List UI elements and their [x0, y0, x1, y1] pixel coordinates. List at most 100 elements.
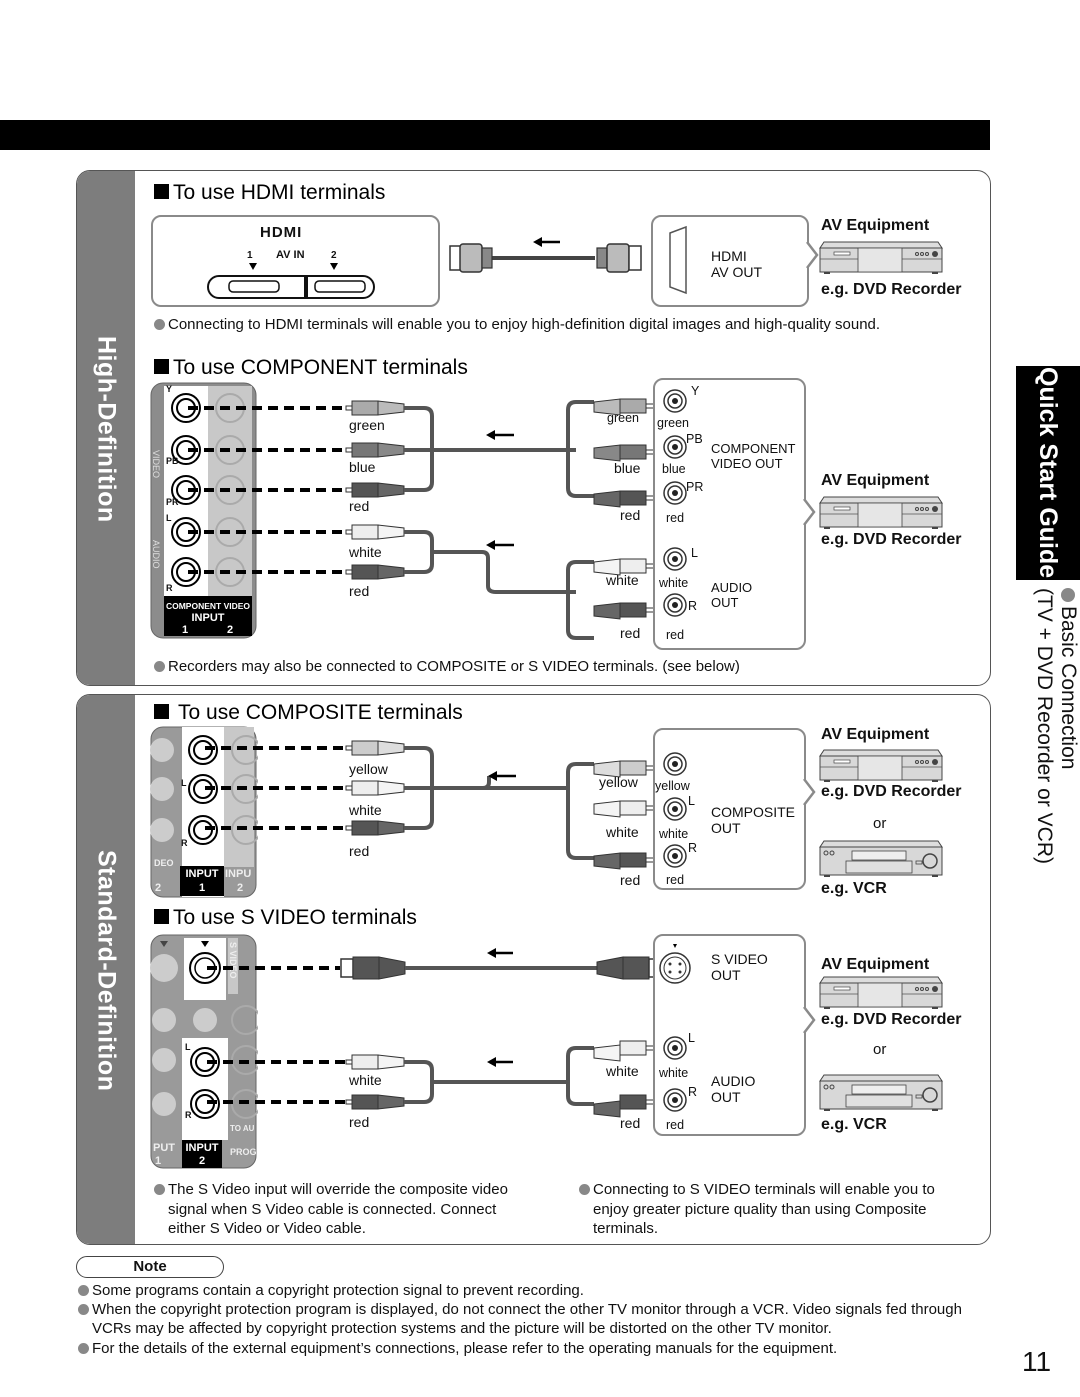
- jack-color-label: red: [666, 873, 685, 887]
- cable-label: red: [620, 1115, 641, 1131]
- cable-label: yellow: [599, 774, 638, 790]
- rca-plug-blue: [593, 444, 655, 462]
- arrow-down-icon: [330, 263, 338, 270]
- svideo-out-label: S VIDEO OUT: [711, 951, 768, 983]
- cable-label: green: [349, 417, 385, 433]
- rca-plug-yellow: [345, 740, 405, 756]
- cable-label: green: [607, 411, 639, 425]
- callout-pointer: [803, 1006, 816, 1034]
- arrow-left-icon: [486, 540, 514, 550]
- tv-text-deo: DEO: [154, 858, 174, 868]
- cable-label: white: [606, 824, 639, 840]
- jack-label-y: Y: [166, 384, 173, 394]
- hdmi-out-socket-icon: [669, 225, 687, 295]
- jack-color-label: yellow: [655, 779, 690, 793]
- rca-plug-blue: [345, 442, 405, 458]
- jack-color-label: red: [666, 511, 685, 525]
- component-video-out-label: COMPONENT VIDEO OUT: [711, 441, 796, 471]
- rca-plug-red: [345, 1094, 405, 1110]
- hdmi-socket-icon: [228, 280, 280, 293]
- rca-plug-red: [345, 482, 405, 498]
- arrow-left-icon: [488, 771, 516, 781]
- composite-cables: [205, 740, 655, 870]
- tv-hdmi-ports: [207, 263, 375, 299]
- jack-color-label: red: [666, 628, 685, 642]
- rca-plug-green: [345, 400, 405, 416]
- composite-out-label: COMPOSITE OUT: [711, 804, 796, 836]
- cable-label: white: [349, 544, 382, 560]
- jack-letter: L: [691, 546, 698, 560]
- rca-plug-red: [593, 1094, 655, 1118]
- jack-color-label: white: [659, 827, 689, 841]
- callout-pointer: [803, 778, 816, 806]
- bullet-icon: [154, 661, 165, 672]
- dvd-recorder-icon: [819, 976, 943, 1009]
- hdmi-plug-icon: [606, 243, 630, 273]
- rca-plug-red: [593, 602, 655, 620]
- cable-label: red: [620, 625, 641, 641]
- cable-label: red: [349, 1114, 370, 1130]
- tv-text-put: PUT: [153, 1142, 175, 1154]
- jack-label-l: L: [185, 1042, 191, 1052]
- quick-start-guide-label: Quick Start Guide: [1034, 367, 1062, 579]
- av-equipment-label: AV Equipment: [821, 217, 930, 234]
- rca-plug-red: [345, 564, 405, 580]
- audio-out-label: AUDIO OUT: [711, 1073, 756, 1105]
- svideo-plug: [596, 956, 662, 980]
- jack-label-r: R: [181, 838, 188, 848]
- jack-label-l: L: [181, 778, 187, 788]
- dvd-recorder-icon: [819, 496, 943, 529]
- rca-plug-white: [593, 800, 655, 818]
- av-equipment-label: AV Equipment: [821, 956, 930, 973]
- device-label-dvd: e.g. DVD Recorder: [821, 1011, 962, 1028]
- dvd-recorder-icon: [819, 749, 943, 782]
- component-heading: To use COMPONENT terminals: [154, 356, 468, 380]
- jack-label-pb: PB: [166, 456, 179, 466]
- svideo-note-right: Connecting to S VIDEO terminals will ena…: [579, 1180, 959, 1239]
- tv-text-prog: PROG: [230, 1147, 257, 1157]
- bullet-icon: [78, 1285, 89, 1296]
- input-label: INPUT: [185, 1142, 219, 1154]
- hdmi-socket-icon: [314, 280, 366, 293]
- hdmi-av-out-label: HDMI AV OUT: [711, 248, 763, 280]
- jack-letter: L: [688, 1031, 695, 1045]
- svideo-note-left: The S Video input will override the comp…: [154, 1180, 534, 1239]
- hdmi-cable: [449, 237, 642, 273]
- equipment-rca-jacks: [663, 752, 687, 868]
- arrow-left-icon: [533, 237, 560, 247]
- composite-heading: To use COMPOSITE terminals: [154, 701, 463, 725]
- tv-num-2-left: 2: [155, 882, 162, 894]
- bullet-icon: [154, 319, 165, 330]
- dvd-recorder-icon: [819, 241, 943, 274]
- jack-color-label: blue: [662, 462, 686, 476]
- jack-color-label: green: [657, 416, 689, 430]
- jack-label-r: R: [185, 1110, 192, 1120]
- page-number: 11: [1022, 1346, 1052, 1377]
- hdmi-note: Connecting to HDMI terminals will enable…: [154, 315, 964, 335]
- cable-label: red: [620, 507, 641, 523]
- bullet-icon: [78, 1343, 89, 1354]
- device-label-vcr: e.g. VCR: [821, 1116, 887, 1133]
- cable-label: blue: [614, 460, 641, 476]
- square-bullet-icon: [154, 909, 169, 924]
- jack-letter: L: [688, 794, 695, 808]
- note-item: When the copyright protection program is…: [78, 1300, 998, 1338]
- device-label-vcr: e.g. VCR: [821, 880, 887, 897]
- arrow-down-icon: [249, 263, 257, 270]
- cable-label: red: [349, 583, 370, 599]
- rca-plug-red: [345, 820, 405, 836]
- audio-side-label: AUDIO: [151, 540, 161, 569]
- callout-pointer: [803, 498, 816, 526]
- jack-letter: PB: [686, 432, 703, 446]
- square-bullet-icon: [154, 184, 169, 199]
- vcr-icon: [819, 840, 943, 877]
- input-num: 2: [198, 1155, 206, 1167]
- rca-plug-white: [345, 780, 405, 796]
- jack-color-label: red: [666, 1118, 685, 1132]
- rca-plug-red: [593, 852, 655, 870]
- video-side-label: VIDEO: [151, 450, 161, 479]
- cable-label: yellow: [349, 761, 388, 777]
- cable-label: red: [349, 843, 370, 859]
- svideo-heading: To use S VIDEO terminals: [154, 906, 417, 930]
- cable-label: red: [349, 498, 370, 514]
